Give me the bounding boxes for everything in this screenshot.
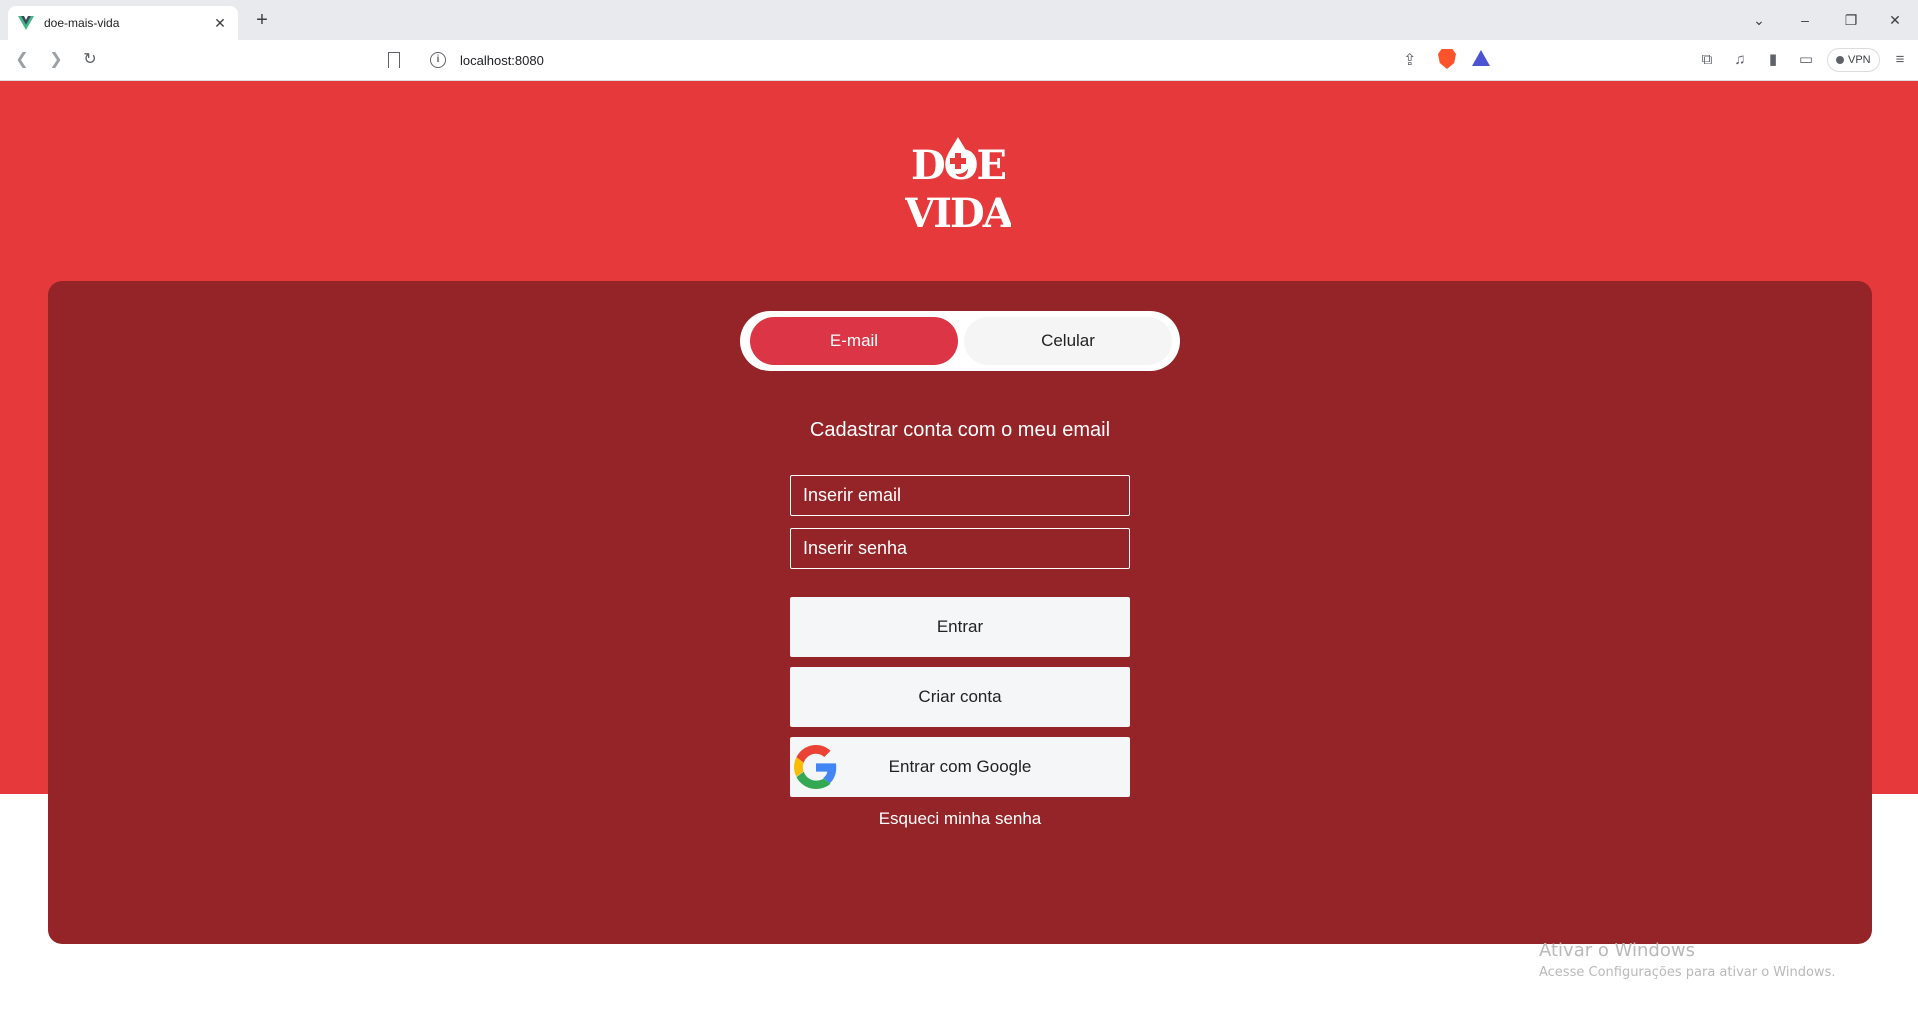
- vue-favicon-icon: [18, 16, 34, 30]
- site-info-icon[interactable]: i: [430, 52, 446, 68]
- google-login-button[interactable]: Entrar com Google: [790, 737, 1130, 797]
- email-field[interactable]: [790, 475, 1130, 516]
- new-tab-icon[interactable]: +: [250, 8, 274, 32]
- share-icon[interactable]: ⇪: [1403, 50, 1416, 70]
- back-arrow-icon[interactable]: ❮: [10, 48, 34, 72]
- vpn-button[interactable]: VPN: [1827, 48, 1880, 72]
- create-account-button[interactable]: Criar conta: [790, 667, 1130, 727]
- page: DOE VIDA E-mail Celular Cadastrar conta …: [0, 81, 1918, 1030]
- google-button-label: Entrar com Google: [888, 757, 1032, 776]
- doe-vida-logo: DOE VIDA: [905, 137, 1011, 235]
- media-icon[interactable]: ♫: [1730, 50, 1750, 70]
- tab-search-icon[interactable]: ⌄: [1747, 8, 1771, 32]
- forgot-password-link[interactable]: Esqueci minha senha: [790, 809, 1130, 829]
- vpn-status-icon: [1836, 56, 1844, 64]
- restore-icon[interactable]: ❐: [1839, 8, 1863, 32]
- windows-activation-watermark: Ativar o Windows Acesse Configurações pa…: [1539, 940, 1835, 980]
- tab-title: doe-mais-vida: [44, 16, 120, 30]
- watermark-subtitle: Acesse Configurações para ativar o Windo…: [1539, 965, 1836, 980]
- vpn-label: VPN: [1848, 54, 1871, 66]
- close-window-icon[interactable]: ✕: [1883, 8, 1907, 32]
- watermark-title: Ativar o Windows: [1539, 940, 1695, 961]
- toggle-phone[interactable]: Celular: [964, 317, 1172, 365]
- browser-toolbar: ❮ ❯ ↻ i localhost:8080 ⇪ ⧉ ♫ ▮ ▭ VPN ≡: [0, 40, 1918, 81]
- url-text[interactable]: localhost:8080: [460, 53, 1490, 68]
- brave-rewards-icon[interactable]: [1472, 50, 1490, 66]
- login-method-toggle: E-mail Celular: [740, 311, 1180, 371]
- enter-button[interactable]: Entrar: [790, 597, 1130, 657]
- google-icon: [794, 745, 837, 789]
- browser-tab-bar: doe-mais-vida ✕ + ⌄ – ❐ ✕: [0, 0, 1918, 40]
- tab-close-icon[interactable]: ✕: [212, 15, 228, 32]
- sidebar-icon[interactable]: ▮: [1763, 50, 1783, 70]
- password-field[interactable]: [790, 528, 1130, 569]
- reload-icon[interactable]: ↻: [78, 48, 102, 72]
- logo-line2: VIDA: [905, 190, 1011, 235]
- wallet-icon[interactable]: ▭: [1796, 50, 1816, 70]
- minimize-icon[interactable]: –: [1793, 8, 1817, 32]
- address-bar[interactable]: i localhost:8080: [420, 45, 1500, 75]
- toggle-email[interactable]: E-mail: [750, 317, 958, 365]
- forward-arrow-icon[interactable]: ❯: [44, 48, 68, 72]
- form-title: Cadastrar conta com o meu email: [809, 419, 1111, 441]
- browser-tab[interactable]: doe-mais-vida ✕: [8, 6, 238, 40]
- bookmark-icon[interactable]: [388, 52, 400, 68]
- menu-icon[interactable]: ≡: [1890, 50, 1910, 70]
- extensions-icon[interactable]: ⧉: [1697, 50, 1717, 70]
